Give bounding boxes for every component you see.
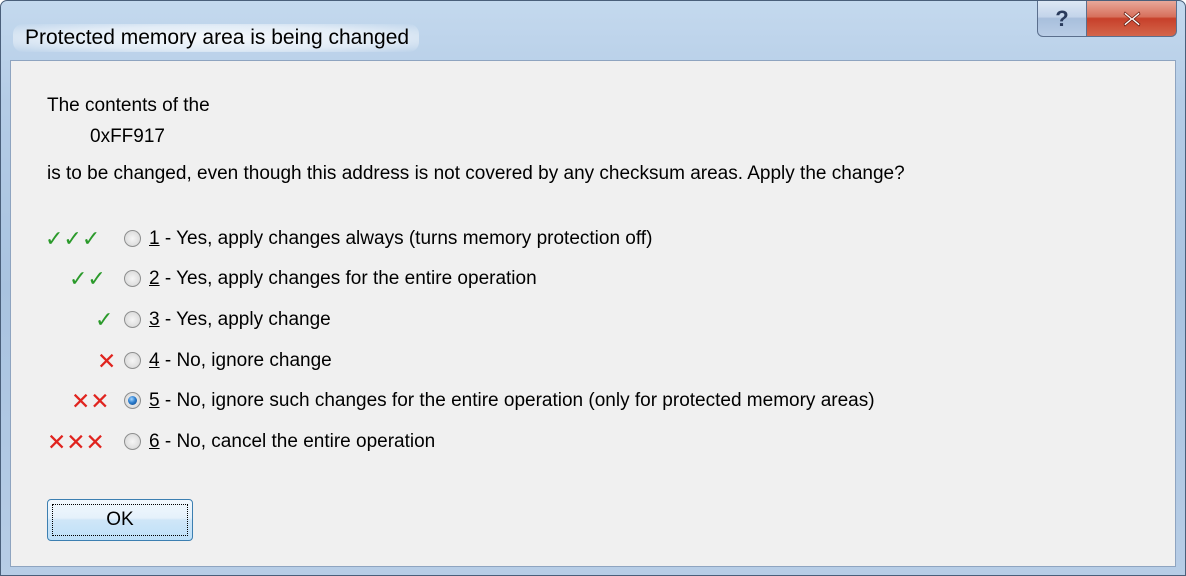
option-3-number: 3 — [149, 309, 160, 330]
dialog-window: Protected memory area is being changed ?… — [0, 0, 1186, 576]
option-5-label[interactable]: 5 - No, ignore such changes for the enti… — [149, 388, 875, 414]
option-row-5[interactable]: ✕✕ 5 - No, ignore such changes for the e… — [11, 388, 1111, 414]
double-cross-icon: ✕✕ — [71, 388, 110, 414]
option-5-number: 5 — [149, 390, 160, 411]
triple-cross-icon: ✕✕✕ — [47, 429, 105, 455]
help-question-icon: ? — [1055, 5, 1069, 31]
option-6-label[interactable]: 6 - No, cancel the entire operation — [149, 429, 435, 455]
message-line-1: The contents of the — [47, 95, 210, 116]
option-row-6[interactable]: ✕✕✕ 6 - No, cancel the entire operation — [11, 429, 1111, 455]
triple-check-icon: ✓✓✓ — [45, 226, 101, 251]
option-5-text: - No, ignore such changes for the entire… — [159, 390, 875, 411]
option-4-radio[interactable] — [124, 352, 141, 369]
memory-address: 0xFF917 — [90, 126, 165, 147]
double-check-icon: ✓✓ — [69, 266, 106, 291]
option-1-radio[interactable] — [124, 230, 141, 247]
option-6-radio[interactable] — [124, 433, 141, 450]
option-1-number: 1 — [149, 228, 160, 249]
option-2-radio[interactable] — [124, 270, 141, 287]
title-bar-buttons: ? — [1037, 1, 1177, 37]
option-3-label[interactable]: 3 - Yes, apply change — [149, 307, 331, 333]
option-6-number: 6 — [149, 431, 160, 452]
single-cross-icon: ✕ — [97, 348, 117, 374]
option-2-number: 2 — [149, 268, 160, 289]
option-4-label[interactable]: 4 - No, ignore change — [149, 348, 332, 374]
window-title: Protected memory area is being changed — [13, 24, 420, 52]
option-4-number: 4 — [149, 350, 160, 371]
option-row-1[interactable]: ✓✓✓ 1 - Yes, apply changes always (turns… — [11, 226, 1111, 252]
option-2-text: - Yes, apply changes for the entire oper… — [159, 268, 537, 289]
option-3-text: - Yes, apply change — [159, 309, 331, 330]
close-button[interactable] — [1087, 1, 1177, 37]
option-row-2[interactable]: ✓✓ 2 - Yes, apply changes for the entire… — [11, 266, 1111, 292]
dialog-content: The contents of the 0xFF917 is to be cha… — [10, 60, 1176, 567]
single-check-icon: ✓ — [95, 307, 114, 332]
ok-button-label: OK — [106, 509, 134, 530]
message-line-3: is to be changed, even though this addre… — [47, 163, 905, 184]
ok-button[interactable]: OK — [47, 499, 193, 541]
option-6-text: - No, cancel the entire operation — [159, 431, 436, 452]
option-1-label[interactable]: 1 - Yes, apply changes always (turns mem… — [149, 226, 652, 252]
title-bar[interactable]: Protected memory area is being changed ? — [1, 1, 1185, 61]
option-3-radio[interactable] — [124, 311, 141, 328]
option-1-text: - Yes, apply changes always (turns memor… — [159, 228, 653, 249]
help-button[interactable]: ? — [1037, 1, 1087, 37]
option-5-radio[interactable] — [124, 392, 141, 409]
close-x-icon — [1123, 10, 1140, 27]
option-row-4[interactable]: ✕ 4 - No, ignore change — [11, 348, 1111, 374]
option-row-3[interactable]: ✓ 3 - Yes, apply change — [11, 307, 1111, 333]
option-4-text: - No, ignore change — [159, 350, 332, 371]
option-2-label[interactable]: 2 - Yes, apply changes for the entire op… — [149, 266, 537, 292]
